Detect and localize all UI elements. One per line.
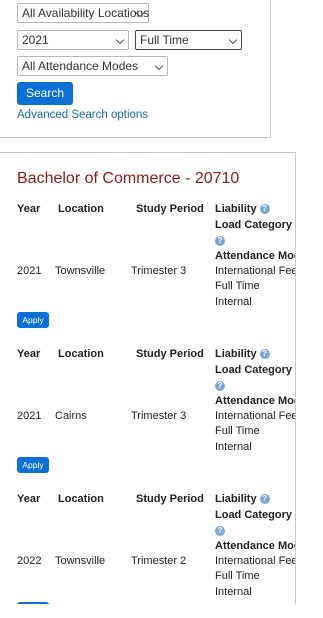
help-icon[interactable]: ?	[259, 349, 270, 360]
year-header: Year	[17, 203, 41, 215]
advanced-search-link[interactable]: Advanced Search options	[17, 109, 148, 121]
apply-button[interactable]: Apply	[17, 312, 49, 328]
attendance-mode-header: Attendance Mode	[215, 395, 295, 407]
offering-load: Full Time	[215, 570, 260, 582]
offering-liability: International Fee	[215, 265, 296, 277]
apply-button[interactable]: Apply	[17, 457, 49, 473]
liability-header-label: Liability	[215, 493, 257, 505]
liability-header-label: Liability	[215, 348, 257, 360]
attendance-select-value: All Attendance Modes	[22, 59, 139, 73]
offering-study-period: Trimester 2	[131, 555, 187, 567]
search-panel: All Availability Locations 2021 Full Tim…	[0, 0, 271, 138]
offering-study-period: Trimester 3	[131, 410, 187, 422]
offering-load: Full Time	[215, 280, 260, 292]
offering-attendance: Internal	[215, 441, 252, 453]
attendance-select[interactable]: All Attendance Modes	[17, 56, 168, 76]
liability-header: Liability?	[215, 493, 270, 505]
location-select-value: All Availability Locations	[22, 6, 150, 20]
study-period-header: Study Period	[136, 348, 204, 360]
offering-liability: International Fee	[215, 555, 296, 567]
help-icon[interactable]: ?	[215, 526, 225, 537]
load-category-help: ?	[215, 525, 225, 537]
location-header: Location	[58, 203, 104, 215]
load-category-select[interactable]: Full Time	[135, 30, 242, 50]
location-header: Location	[58, 493, 104, 505]
year-header: Year	[17, 493, 41, 505]
offering-year: 2021	[17, 265, 42, 277]
offering-liability: International Fee	[215, 410, 296, 422]
offering-year: 2021	[17, 410, 42, 422]
help-icon[interactable]: ?	[259, 204, 270, 215]
year-header: Year	[17, 348, 41, 360]
offering-attendance: Internal	[215, 586, 252, 598]
load-category-select-value: Full Time	[140, 33, 189, 47]
year-select-value: 2021	[22, 33, 49, 47]
offering-location: Townsville	[55, 265, 106, 277]
liability-header: Liability?	[215, 203, 270, 215]
offering-load: Full Time	[215, 425, 260, 437]
offering-study-period: Trimester 3	[131, 265, 187, 277]
load-category-header: Load Category	[215, 509, 293, 521]
location-select[interactable]: All Availability Locations	[17, 3, 149, 23]
offering-year: 2022	[17, 555, 42, 567]
liability-header-label: Liability	[215, 203, 257, 215]
load-category-header: Load Category	[215, 364, 293, 376]
attendance-mode-header: Attendance Mode	[215, 250, 295, 262]
load-category-header: Load Category	[215, 219, 293, 231]
study-period-header: Study Period	[136, 493, 204, 505]
location-header: Location	[58, 348, 104, 360]
apply-button[interactable]: Apply	[17, 602, 49, 604]
study-period-header: Study Period	[136, 203, 204, 215]
search-button[interactable]: Search	[17, 82, 73, 105]
help-icon[interactable]: ?	[259, 494, 270, 505]
course-results-panel: Bachelor of Commerce - 20710 Year Locati…	[0, 152, 296, 604]
load-category-help: ?	[215, 235, 225, 247]
year-select[interactable]: 2021	[17, 30, 129, 50]
offering-location: Cairns	[55, 410, 87, 422]
offering-row: Year Location Study Period Liability? Lo…	[0, 491, 296, 604]
course-title: Bachelor of Commerce - 20710	[17, 170, 240, 187]
load-category-help: ?	[215, 380, 225, 392]
help-icon[interactable]: ?	[215, 236, 225, 247]
offering-row: Year Location Study Period Liability? Lo…	[0, 201, 296, 346]
offering-attendance: Internal	[215, 296, 252, 308]
chevron-down-icon	[154, 61, 164, 71]
liability-header: Liability?	[215, 348, 270, 360]
chevron-down-icon	[228, 35, 238, 45]
help-icon[interactable]: ?	[215, 381, 225, 392]
chevron-down-icon	[115, 35, 125, 45]
attendance-mode-header: Attendance Mode	[215, 540, 295, 552]
offering-row: Year Location Study Period Liability? Lo…	[0, 346, 296, 491]
offering-location: Townsville	[55, 555, 106, 567]
